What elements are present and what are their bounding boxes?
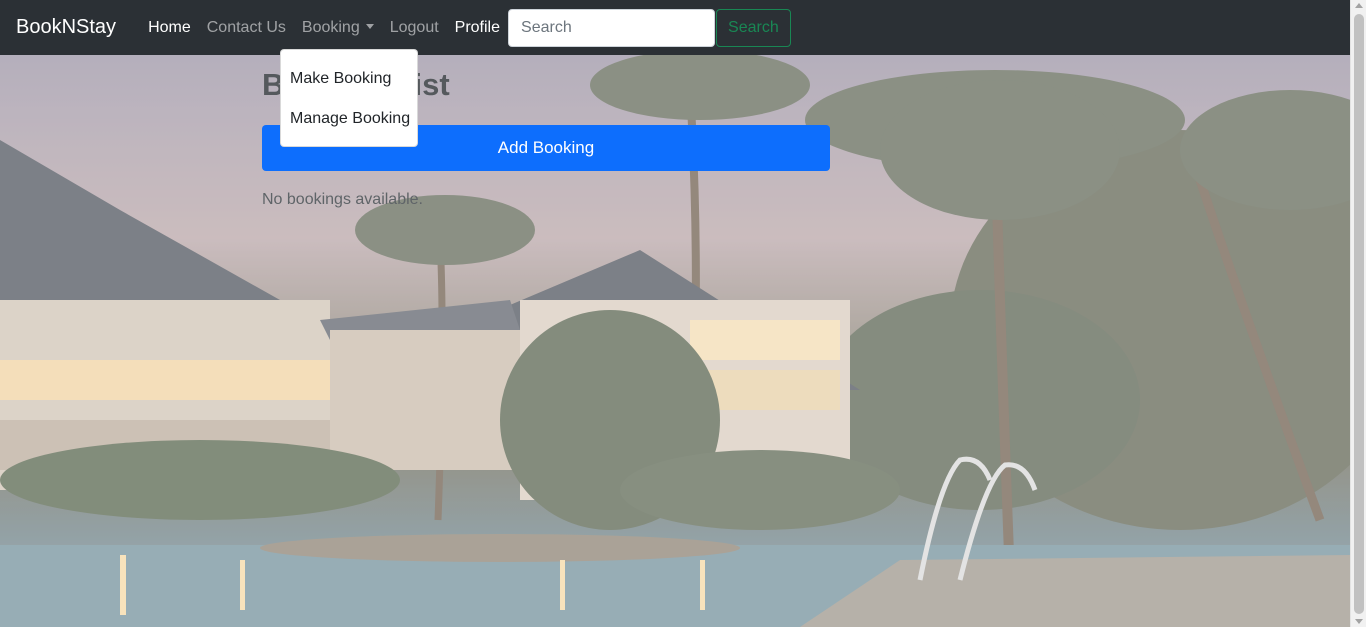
caret-down-icon — [365, 23, 374, 29]
nav-logout[interactable]: Logout — [382, 19, 447, 37]
nav-booking-dropdown[interactable]: Booking — [294, 19, 382, 37]
search-form: Search — [508, 8, 791, 47]
booking-dropdown-menu: Make Booking Manage Booking — [280, 49, 418, 147]
empty-state-message: No bookings available. — [262, 191, 423, 208]
nav-booking-label: Booking — [301, 18, 360, 36]
search-button[interactable]: Search — [716, 8, 791, 47]
scroll-down-icon[interactable] — [1355, 619, 1363, 624]
page-scrollbar[interactable] — [1350, 0, 1366, 627]
top-navbar: BookNStay Home Contact Us Booking Logout… — [0, 0, 1350, 55]
nav-contact[interactable]: Contact Us — [199, 19, 294, 37]
nav-profile[interactable]: Profile — [447, 19, 508, 37]
dropdown-item-make-booking[interactable]: Make Booking — [281, 58, 417, 98]
scrollbar-thumb[interactable] — [1354, 14, 1364, 614]
search-input[interactable] — [508, 8, 716, 47]
brand-link[interactable]: BookNStay — [16, 16, 116, 39]
nav-home[interactable]: Home — [140, 19, 199, 37]
dropdown-item-manage-booking[interactable]: Manage Booking — [281, 98, 417, 138]
scroll-up-icon[interactable] — [1355, 3, 1363, 8]
